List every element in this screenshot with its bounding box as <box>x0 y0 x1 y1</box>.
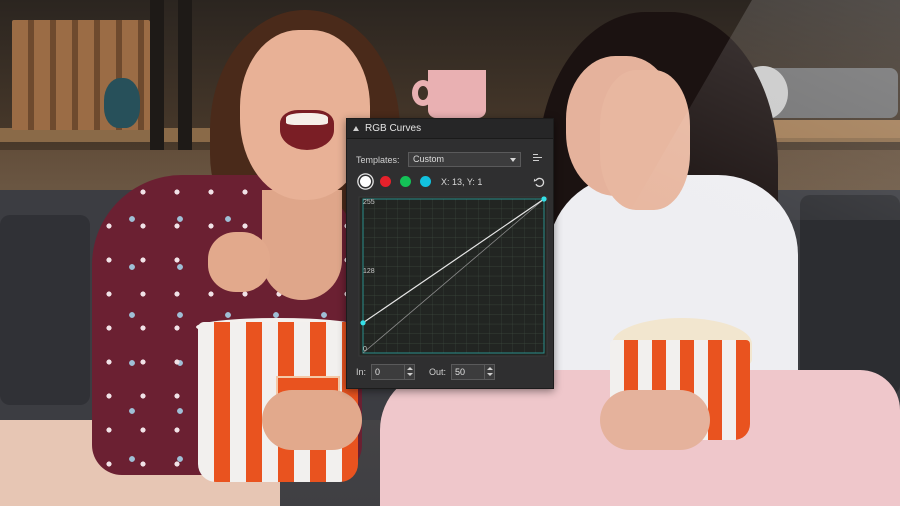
left-woman-teeth <box>286 113 328 125</box>
in-stepper[interactable] <box>371 364 416 380</box>
triangle-up-icon[interactable] <box>353 126 359 131</box>
in-increment-button[interactable] <box>405 365 414 372</box>
channel-selector: X: 13, Y: 1 <box>360 176 482 187</box>
templates-dropdown[interactable]: Custom <box>408 152 521 167</box>
out-decrement-button[interactable] <box>485 372 494 379</box>
out-input[interactable] <box>452 365 485 379</box>
shelf-frame <box>178 0 192 150</box>
out-increment-button[interactable] <box>485 365 494 372</box>
graph-label-mid: 128 <box>363 268 375 275</box>
left-woman-neck <box>262 190 342 300</box>
sofa-cushion-left <box>0 215 90 405</box>
left-woman-hand <box>208 232 270 292</box>
in-label: In: <box>356 367 367 377</box>
out-label: Out: <box>429 367 447 377</box>
in-input[interactable] <box>372 365 405 379</box>
pink-mug <box>428 70 486 118</box>
channel-rgb-button[interactable] <box>360 176 371 187</box>
panel-header[interactable]: RGB Curves <box>347 119 553 139</box>
right-woman-arm <box>600 390 710 450</box>
chevron-down-icon <box>510 158 516 162</box>
sofa-cushion-right <box>800 195 900 395</box>
templates-dropdown-value: Custom <box>413 154 445 164</box>
in-decrement-button[interactable] <box>405 372 414 379</box>
owl-figurine <box>104 78 140 128</box>
channel-green-button[interactable] <box>400 176 411 187</box>
curve-point-end[interactable] <box>541 196 547 202</box>
panel-title: RGB Curves <box>365 123 422 134</box>
reset-icon[interactable] <box>533 176 545 188</box>
list-options-icon[interactable] <box>533 154 545 164</box>
curves-graph[interactable]: 255 128 0 <box>358 196 548 357</box>
channel-blue-button[interactable] <box>420 176 431 187</box>
in-stepper-buttons <box>404 365 414 379</box>
coordinate-readout: X: 13, Y: 1 <box>441 176 483 187</box>
in-out-row: In: Out: <box>356 364 509 380</box>
graph-label-min: 0 <box>363 346 367 353</box>
curve-point-start[interactable] <box>360 320 366 326</box>
channel-red-button[interactable] <box>380 176 391 187</box>
curves-graph-canvas[interactable] <box>358 196 548 357</box>
templates-row: Templates: Custom <box>356 152 521 167</box>
shelf-frame <box>150 0 164 150</box>
rgb-curves-panel: RGB Curves Templates: Custom X: 13, Y: 1 <box>346 118 554 389</box>
left-woman-arm <box>262 390 362 450</box>
out-stepper-buttons <box>484 365 494 379</box>
out-stepper[interactable] <box>451 364 496 380</box>
templates-label: Templates: <box>356 154 400 165</box>
graph-label-max: 255 <box>363 199 375 206</box>
